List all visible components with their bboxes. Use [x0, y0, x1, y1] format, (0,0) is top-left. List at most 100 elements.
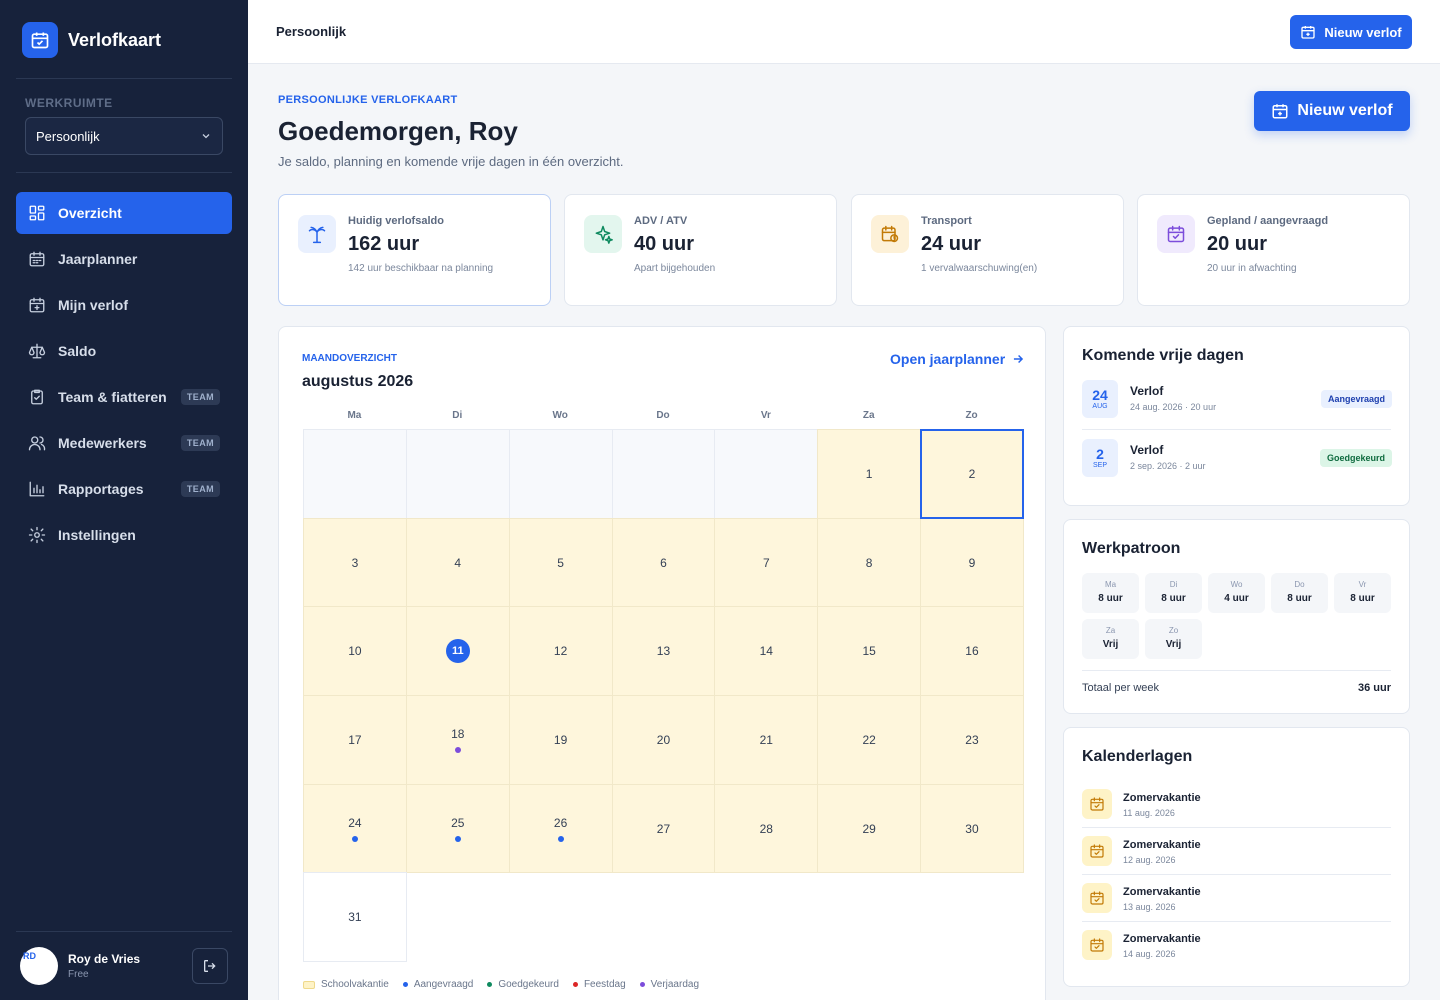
day-number: 23	[965, 732, 979, 747]
calendar-day[interactable]: 18	[405, 695, 510, 785]
calendar-layer-item[interactable]: Zomervakantie 14 aug. 2026	[1082, 930, 1392, 964]
calendar-day[interactable]: 2	[920, 429, 1024, 519]
workspace-select[interactable]: Persoonlijk	[25, 117, 223, 155]
new-leave-label: Nieuw verlof	[1324, 24, 1402, 40]
calendar-day[interactable]: 8	[817, 517, 922, 608]
divider	[1082, 827, 1391, 828]
calendar-day[interactable]: 4	[405, 517, 510, 608]
week-total-value: 36 uur	[1357, 682, 1391, 694]
calendar-day[interactable]: 19	[508, 695, 613, 785]
team-badge: TEAM	[180, 389, 220, 405]
calendar-day[interactable]: 17	[303, 695, 407, 785]
day-number: 12	[553, 644, 568, 659]
calendar-day[interactable]: 25	[405, 783, 510, 874]
day-number: 26	[553, 815, 568, 830]
users-icon	[28, 434, 46, 452]
stat-note: 20 uur in afwachting	[1207, 263, 1297, 274]
calendar-day[interactable]: 30	[920, 783, 1024, 874]
calendar-day[interactable]: 14	[714, 606, 819, 697]
workspace-label: WERKRUIMTE	[25, 96, 113, 110]
scale-icon	[28, 342, 46, 360]
calendar-day[interactable]: 21	[714, 695, 819, 785]
weekday-label: Do	[656, 410, 670, 421]
sidebar-item-instellingen[interactable]: Instellingen	[16, 514, 232, 556]
upcoming-item[interactable]: 24 AUG Verlof 24 aug. 2026 · 20 uur Aangevra…	[1082, 380, 1392, 420]
calendar-day[interactable]: 22	[817, 695, 922, 785]
calendar-day[interactable]: 5	[508, 517, 613, 608]
day-number: 21	[759, 732, 773, 747]
pattern-day-label: Vr	[1358, 580, 1367, 589]
work-pattern-day: Ma 8 uur	[1082, 573, 1139, 613]
sidebar-item-saldo[interactable]: Saldo	[16, 330, 232, 372]
legend-label: Schoolvakantie	[321, 979, 389, 990]
calendar-day[interactable]: 11	[405, 606, 510, 697]
upcoming-item[interactable]: 2 SEP Verlof 2 sep. 2026 · 2 uur Goedgekeurd	[1082, 439, 1392, 479]
sidebar-item-medewerkers[interactable]: Medewerkers TEAM	[16, 422, 232, 464]
calendar-plus-icon	[1272, 104, 1288, 119]
calendar-legend: Schoolvakantie Aangevraagd Goedgekeurd Fees…	[303, 979, 699, 990]
calendar-layer-item[interactable]: Zomervakantie 12 aug. 2026	[1082, 836, 1392, 870]
day-number: 19	[553, 732, 568, 747]
new-leave-button[interactable]: Nieuw verlof	[1290, 15, 1412, 49]
status-badge: Goedgekeurd	[1319, 449, 1392, 467]
logout-button[interactable]	[192, 948, 228, 984]
layer-title: Zomervakantie	[1123, 792, 1201, 804]
calendar-day[interactable]: 29	[817, 783, 922, 874]
upcoming-item-sub: 24 aug. 2026 · 20 uur	[1130, 402, 1217, 412]
brand[interactable]: Verlofkaart	[22, 22, 161, 58]
sidebar-item-label: Overzicht	[58, 205, 122, 221]
sidebar-item-team-fiatteren[interactable]: Team & fiatteren TEAM	[16, 376, 232, 418]
calendar-day[interactable]: 7	[714, 517, 819, 608]
date-tile: 2 SEP	[1082, 439, 1118, 477]
calendar-day[interactable]: 28	[714, 783, 819, 874]
stat-card: Gepland / aangevraagd 20 uur 20 uur in afw…	[1137, 194, 1410, 306]
stat-value: 162 uur	[348, 233, 420, 255]
calendar-day[interactable]: 12	[508, 606, 613, 697]
user-box: RD Roy de Vries Free	[20, 946, 228, 986]
chevron-down-icon	[202, 134, 210, 139]
stat-note: 1 vervalwaarschuwing(en)	[921, 263, 1038, 274]
clipboard-check-icon	[28, 388, 46, 406]
open-year-planner-link[interactable]: Open jaarplanner	[890, 351, 1025, 367]
calendar-day[interactable]: 13	[611, 606, 716, 697]
day-number: 15	[862, 644, 876, 659]
hero-new-leave-button[interactable]: Nieuw verlof	[1254, 91, 1410, 131]
sidebar-item-jaarplanner[interactable]: Jaarplanner	[16, 238, 232, 280]
day-number: 28	[759, 821, 773, 836]
calendar-day[interactable]: 27	[611, 783, 716, 874]
layer-date: 12 aug. 2026	[1123, 855, 1176, 865]
weekday-label: Di	[452, 410, 463, 421]
calendar-day[interactable]: 6	[611, 517, 716, 608]
sidebar-item-overzicht[interactable]: Overzicht	[16, 192, 232, 234]
calendar-plus-icon	[28, 296, 46, 314]
calendar-day[interactable]: 15	[817, 606, 922, 697]
calendar-day[interactable]: 24	[303, 783, 407, 874]
calendar-day[interactable]: 20	[611, 695, 716, 785]
sidebar-item-rapportages[interactable]: Rapportages TEAM	[16, 468, 232, 510]
calendar-day[interactable]: 23	[920, 695, 1024, 785]
calendar-day[interactable]: 10	[303, 606, 407, 697]
calendar-layer-item[interactable]: Zomervakantie 13 aug. 2026	[1082, 883, 1392, 917]
avatar[interactable]: RD	[20, 947, 58, 985]
calendar-day[interactable]: 9	[920, 517, 1024, 608]
legend-dot	[487, 982, 493, 987]
grid-icon	[28, 204, 46, 222]
day-number: 29	[862, 821, 876, 836]
week-total: Totaal per week 36 uur	[1082, 682, 1391, 694]
calendar-day[interactable]: 1	[817, 429, 922, 519]
divider	[16, 172, 232, 173]
pattern-day-hours: 8 uur	[1350, 593, 1375, 604]
sidebar-item-label: Mijn verlof	[58, 297, 129, 313]
calendar-layer-item[interactable]: Zomervakantie 11 aug. 2026	[1082, 789, 1392, 823]
calendar-day[interactable]: 16	[920, 606, 1024, 697]
calendar-day-empty	[508, 429, 613, 519]
calendar-day[interactable]: 26	[508, 783, 613, 874]
calendar-day[interactable]: 3	[303, 517, 407, 608]
calendar-day[interactable]: 31	[303, 872, 407, 963]
calendar-check-icon	[1082, 836, 1112, 866]
month-overview-card: MAANDOVERZICHT augustus 2026 Open jaarpl…	[278, 326, 1046, 1000]
open-year-planner-label: Open jaarplanner	[890, 351, 1006, 367]
stat-label: ADV / ATV	[634, 215, 688, 227]
date-month: SEP	[1092, 462, 1107, 469]
sidebar-item-mijn-verlof[interactable]: Mijn verlof	[16, 284, 232, 326]
